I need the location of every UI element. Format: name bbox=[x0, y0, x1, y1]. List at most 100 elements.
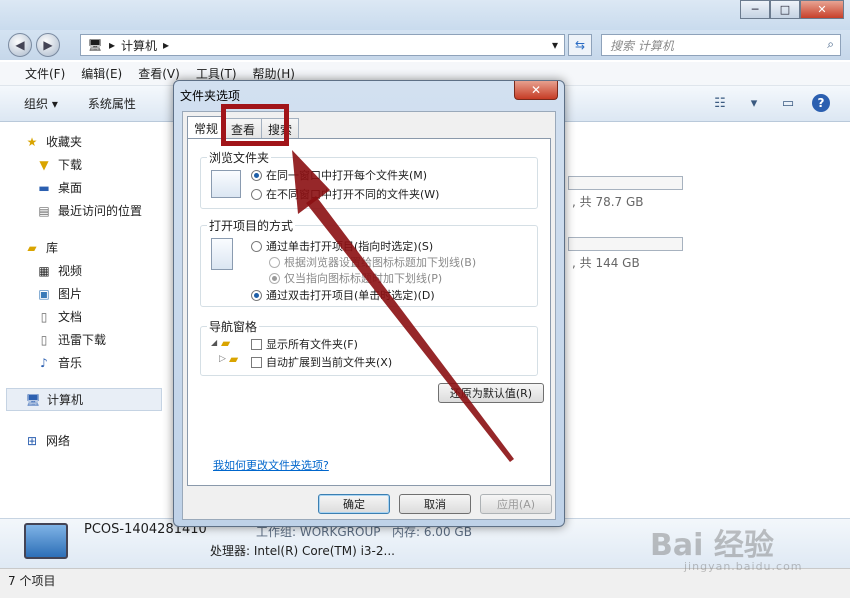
tab-general[interactable]: 常规 bbox=[187, 116, 226, 140]
processor-text: 处理器: Intel(R) Core(TM) i3-2... bbox=[210, 544, 395, 558]
highlight-box bbox=[221, 104, 289, 146]
tab-panel-general: 浏览文件夹 在同一窗口中打开每个文件夹(M) 在不同窗口中打开不同的文件夹(W)… bbox=[187, 138, 551, 486]
sidebar-item-documents[interactable]: ▯ 文档 bbox=[0, 305, 168, 328]
help-link[interactable]: 我如何更改文件夹选项? bbox=[213, 457, 329, 473]
thunder-folder-icon: ▯ bbox=[40, 332, 48, 347]
library-icon: ▰ bbox=[27, 240, 37, 255]
radio-single-click[interactable] bbox=[251, 240, 262, 252]
refresh-button[interactable]: ⇆ bbox=[568, 34, 592, 56]
view-dropdown-icon[interactable]: ▾ bbox=[744, 94, 764, 112]
maximize-button[interactable]: □ bbox=[770, 0, 800, 19]
checkbox-show-all-folders[interactable] bbox=[251, 338, 262, 350]
tree-expanded-icon: ◢ bbox=[211, 338, 218, 347]
view-options-icon[interactable]: ☷ bbox=[710, 94, 730, 112]
sidebar-item-label: 收藏夹 bbox=[46, 135, 83, 149]
toolbar-right: ☷ ▾ ▭ ? bbox=[710, 94, 830, 112]
video-icon: ▦ bbox=[38, 263, 50, 278]
browse-folders-group: 浏览文件夹 在同一窗口中打开每个文件夹(M) 在不同窗口中打开不同的文件夹(W) bbox=[200, 149, 538, 209]
option-auto-expand[interactable]: 自动扩展到当前文件夹(X) bbox=[251, 354, 392, 370]
sidebar-item-pictures[interactable]: ▣ 图片 bbox=[0, 282, 168, 305]
browse-folders-illustration-icon bbox=[211, 170, 241, 198]
apply-button[interactable]: 应用(A) bbox=[480, 494, 552, 514]
help-icon[interactable]: ? bbox=[812, 94, 830, 112]
option-underline-browser: 根据浏览器设置给图标标题加下划线(B) bbox=[269, 254, 476, 270]
sidebar-item-label: 视频 bbox=[58, 264, 83, 278]
option-new-window[interactable]: 在不同窗口中打开不同的文件夹(W) bbox=[251, 186, 439, 202]
option-label: 自动扩展到当前文件夹(X) bbox=[266, 356, 393, 369]
radio-same-window[interactable] bbox=[251, 169, 262, 181]
sidebar-item-label: 网络 bbox=[46, 434, 71, 448]
option-single-click[interactable]: 通过单击打开项目(指向时选定)(S) bbox=[251, 238, 433, 254]
network-icon: ⊞ bbox=[26, 433, 38, 448]
option-same-window[interactable]: 在同一窗口中打开每个文件夹(M) bbox=[251, 167, 427, 183]
option-underline-hover: 仅当指向图标标题时加下划线(P) bbox=[269, 270, 442, 286]
sidebar-item-downloads[interactable]: ▼ 下载 bbox=[0, 153, 168, 176]
drive-capacity-text: , 共 144 GB bbox=[572, 256, 640, 270]
option-label: 在不同窗口中打开不同的文件夹(W) bbox=[266, 188, 440, 201]
group-label: 浏览文件夹 bbox=[207, 149, 272, 166]
address-bar[interactable]: 🖥 ▸ 计算机 ▸ ▾ bbox=[80, 34, 565, 56]
sidebar-item-desktop[interactable]: ▬ 桌面 bbox=[0, 176, 168, 199]
organize-button[interactable]: 组织 ▾ bbox=[24, 95, 58, 112]
sidebar-item-label: 迅雷下载 bbox=[58, 333, 107, 347]
folder-options-dialog: 文件夹选项 ✕ 常规 查看 搜索 浏览文件夹 在同一窗口中打开每个文件夹(M) … bbox=[173, 80, 565, 527]
sidebar-item-favorites[interactable]: ★ 收藏夹 bbox=[0, 130, 168, 153]
sidebar-item-thunder[interactable]: ▯ 迅雷下载 bbox=[0, 328, 168, 351]
sidebar-item-computer[interactable]: 🖥 计算机 bbox=[6, 388, 162, 411]
sidebar-item-label: 计算机 bbox=[47, 393, 84, 407]
libraries-group: ▰ 库 ▦ 视频 ▣ 图片 ▯ 文档 ▯ 迅雷下载 ♪ 音乐 bbox=[0, 236, 168, 374]
tree-collapsed-icon: ▷ bbox=[219, 354, 226, 364]
breadcrumb-separator-icon: ▸ bbox=[163, 38, 170, 52]
dialog-close-button[interactable]: ✕ bbox=[514, 81, 558, 100]
radio-double-click[interactable] bbox=[251, 289, 262, 301]
menu-view[interactable]: 查看(V) bbox=[138, 65, 180, 82]
computer-group: 🖥 计算机 bbox=[0, 388, 168, 411]
sidebar-item-label: 库 bbox=[46, 241, 59, 255]
option-label: 根据浏览器设置给图标标题加下划线(B) bbox=[284, 256, 477, 269]
address-dropdown-icon[interactable]: ▾ bbox=[552, 38, 558, 52]
download-folder-icon: ▼ bbox=[39, 157, 49, 172]
computer-icon: 🖥 bbox=[87, 38, 103, 52]
radio-underline-browser bbox=[269, 256, 280, 268]
sidebar-item-videos[interactable]: ▦ 视频 bbox=[0, 259, 168, 282]
sidebar-item-label: 桌面 bbox=[58, 181, 83, 195]
radio-new-window[interactable] bbox=[251, 188, 262, 200]
computer-large-icon bbox=[24, 523, 68, 559]
sidebar-item-label: 图片 bbox=[58, 287, 83, 301]
sidebar-item-recent[interactable]: ▤ 最近访问的位置 bbox=[0, 199, 168, 222]
option-show-all-folders[interactable]: 显示所有文件夹(F) bbox=[251, 336, 358, 352]
documents-icon: ▯ bbox=[40, 309, 48, 324]
computer-icon: 🖥 bbox=[25, 392, 41, 407]
system-properties-button[interactable]: 系统属性 bbox=[88, 95, 136, 112]
back-button[interactable]: ◀ bbox=[8, 33, 32, 57]
search-input[interactable]: 搜索 计算机 ⌕ bbox=[601, 34, 841, 56]
sidebar-item-libraries[interactable]: ▰ 库 bbox=[0, 236, 168, 259]
search-icon[interactable]: ⌕ bbox=[827, 37, 834, 52]
sidebar-item-music[interactable]: ♪ 音乐 bbox=[0, 351, 168, 374]
baidu-watermark: Bai 经验 jingyan.baidu.com bbox=[650, 520, 810, 580]
option-double-click[interactable]: 通过双击打开项目(单击时选定)(D) bbox=[251, 287, 435, 303]
drive-usage-bar bbox=[568, 237, 683, 251]
minimize-button[interactable]: ─ bbox=[740, 0, 770, 19]
preview-pane-icon[interactable]: ▭ bbox=[778, 94, 798, 112]
radio-underline-hover bbox=[269, 272, 280, 284]
breadcrumb-computer[interactable]: 计算机 bbox=[121, 37, 157, 54]
desktop-icon: ▬ bbox=[38, 180, 50, 195]
option-label: 显示所有文件夹(F) bbox=[266, 338, 358, 351]
search-placeholder: 搜索 计算机 bbox=[610, 38, 674, 53]
watermark-brand: Bai 经验 bbox=[650, 528, 774, 563]
restore-defaults-button[interactable]: 还原为默认值(R) bbox=[438, 383, 544, 403]
close-button[interactable]: ✕ bbox=[800, 0, 844, 19]
pictures-icon: ▣ bbox=[38, 286, 50, 301]
menu-file[interactable]: 文件(F) bbox=[25, 65, 65, 82]
ok-button[interactable]: 确定 bbox=[318, 494, 390, 514]
cancel-button[interactable]: 取消 bbox=[399, 494, 471, 514]
menu-edit[interactable]: 编辑(E) bbox=[81, 65, 122, 82]
favorites-group: ★ 收藏夹 ▼ 下载 ▬ 桌面 ▤ 最近访问的位置 bbox=[0, 130, 168, 222]
checkbox-auto-expand[interactable] bbox=[251, 356, 262, 368]
sidebar-item-network[interactable]: ⊞ 网络 bbox=[0, 429, 168, 452]
navigation-pane: ★ 收藏夹 ▼ 下载 ▬ 桌面 ▤ 最近访问的位置 ▰ 库 ▦ 视频 ▣ 图片 ▯ 文档 ▯ 迅雷… bbox=[0, 122, 168, 568]
back-arrow-icon: ◀ bbox=[15, 38, 25, 52]
refresh-icon: ⇆ bbox=[574, 38, 586, 52]
forward-button[interactable]: ▶ bbox=[36, 33, 60, 57]
